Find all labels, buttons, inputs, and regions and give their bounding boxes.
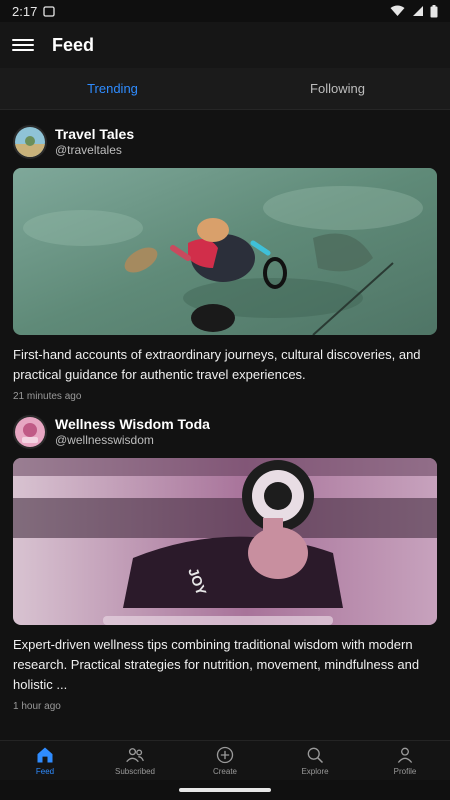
post-card[interactable]: Travel Tales @traveltales First-hand acc…	[0, 110, 450, 402]
nav-label: Create	[212, 767, 237, 776]
tab-trending[interactable]: Trending	[0, 68, 225, 109]
author-handle: @wellnesswisdom	[55, 433, 154, 448]
post-timestamp: 1 hour ago	[13, 701, 61, 712]
post-image[interactable]: JOY	[13, 458, 437, 625]
signal-icon	[413, 6, 423, 16]
screenshot-icon	[43, 5, 55, 17]
clock: 2:17	[12, 3, 38, 19]
nav-profile[interactable]: Profile	[360, 741, 450, 780]
nav-label: Feed	[35, 767, 55, 776]
tab-following[interactable]: Following	[225, 68, 450, 109]
author-name: Wellness Wisdom Toda	[55, 416, 210, 433]
app-bar: Feed	[0, 22, 450, 68]
home-gesture-handle[interactable]	[179, 788, 271, 792]
avatar[interactable]	[13, 125, 47, 159]
post-text: First-hand accounts of extraordinary jou…	[13, 347, 421, 382]
status-icons	[390, 4, 438, 18]
feed-tabs: Trending Following	[0, 68, 450, 110]
post-timestamp: 21 minutes ago	[13, 391, 82, 402]
nav-label: Explore	[301, 767, 329, 776]
home-icon	[37, 747, 53, 763]
nav-explore[interactable]: Explore	[270, 741, 360, 780]
wifi-icon	[390, 5, 405, 16]
nav-subscribed[interactable]: Subscribed	[90, 741, 180, 780]
post-author[interactable]: Travel Tales @traveltales	[13, 124, 437, 160]
bottom-nav: Feed Subscribed Create Explore Profile	[0, 740, 450, 780]
author-handle: @traveltales	[55, 143, 122, 158]
nav-label: Profile	[393, 767, 417, 776]
nav-feed[interactable]: Feed	[0, 741, 90, 780]
feed-list[interactable]: Travel Tales @traveltales First-hand acc…	[0, 110, 450, 740]
status-bar: 2:17	[0, 0, 450, 22]
battery-icon	[430, 4, 438, 17]
system-nav-bar	[0, 780, 450, 800]
avatar[interactable]	[13, 415, 47, 449]
post-author[interactable]: Wellness Wisdom Toda @wellnesswisdom	[13, 414, 437, 450]
nav-create[interactable]: Create	[180, 741, 270, 780]
person-icon	[397, 747, 413, 763]
post-image[interactable]	[13, 168, 437, 335]
page-title: Feed	[52, 34, 95, 55]
author-name: Travel Tales	[55, 126, 135, 143]
post-text: Expert-driven wellness tips combining tr…	[13, 637, 420, 692]
nav-label: Subscribed	[114, 767, 156, 776]
search-icon	[307, 747, 324, 764]
post-card[interactable]: Wellness Wisdom Toda @wellnesswisdom JOY…	[0, 402, 450, 712]
menu-icon[interactable]	[12, 34, 34, 56]
plus-circle-icon	[216, 746, 234, 764]
people-icon	[126, 748, 144, 763]
